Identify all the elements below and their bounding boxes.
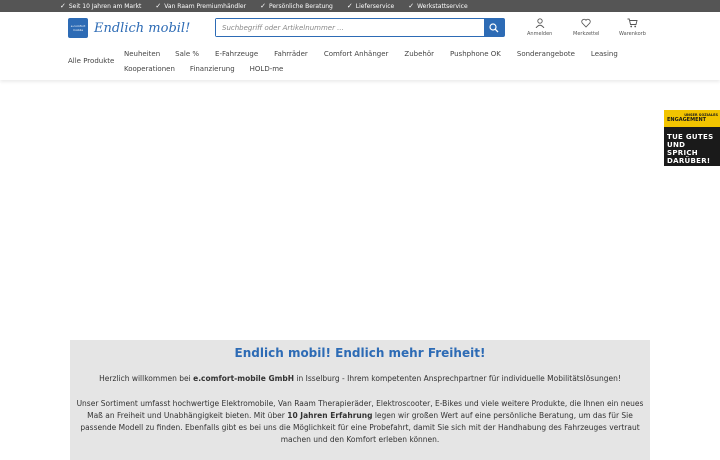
social-engagement-banner[interactable]: UNSER SOZIALES ENGAGEMENT TUE GUTES UND …: [664, 110, 720, 166]
nav-item[interactable]: Sonderangebote: [517, 50, 575, 58]
nav-item[interactable]: Pushphone OK: [450, 50, 501, 58]
login-label: Anmelden: [527, 31, 553, 37]
usp-item: ✓ Persönliche Beratung: [260, 2, 333, 10]
welcome-heading: Endlich mobil! Endlich mehr Freiheit!: [234, 346, 486, 360]
nav-item[interactable]: Leasing: [591, 50, 618, 58]
welcome-section: Endlich mobil! Endlich mehr Freiheit! He…: [70, 340, 650, 460]
cart-button[interactable]: Warenkorb: [619, 18, 646, 37]
nav-item[interactable]: Comfort Anhänger: [324, 50, 389, 58]
check-icon: ✓: [408, 2, 415, 10]
heart-icon: [581, 18, 591, 28]
logo-tagline: Endlich mobil!: [94, 20, 191, 36]
usp-item: ✓ Lieferservice: [347, 2, 394, 10]
main-nav-row2: Kooperationen Finanzierung HOLD-me: [124, 65, 283, 73]
nav-item[interactable]: Kooperationen: [124, 65, 175, 73]
nav-item[interactable]: Sale %: [175, 50, 199, 58]
search-icon: [489, 22, 499, 32]
promo-line: TUE GUTES: [667, 133, 714, 141]
company-name: e.comfort-mobile GmbH: [193, 374, 295, 383]
check-icon: ✓: [260, 2, 266, 10]
check-icon: ✓: [346, 2, 353, 10]
usp-label: Van Raam Premiumhändler: [164, 2, 247, 10]
nav-item[interactable]: Neuheiten: [124, 50, 160, 58]
search-input[interactable]: [216, 19, 484, 36]
intro-text: in Isselburg - Ihrem kompetenten Ansprec…: [294, 374, 621, 383]
usp-item: ✓ Van Raam Premiumhändler: [155, 2, 246, 10]
logo-badge: e.comfort mobile: [68, 18, 88, 38]
user-icon: [535, 18, 545, 28]
usp-label: Persönliche Beratung: [268, 2, 333, 10]
usp-label: Seit 10 Jahren am Markt: [68, 2, 142, 10]
nav-item[interactable]: Finanzierung: [190, 65, 235, 73]
promo-slogan: TUE GUTES UND SPRICH DARÜBER!: [664, 127, 720, 165]
search-button[interactable]: [484, 19, 504, 36]
check-icon: ✓: [60, 2, 66, 10]
nav-all-products[interactable]: Alle Produkte: [68, 57, 114, 65]
promo-header: UNSER SOZIALES ENGAGEMENT: [664, 110, 720, 127]
nav-item[interactable]: HOLD-me: [250, 65, 284, 73]
intro-text: Herzlich willkommen bei: [99, 374, 194, 383]
site-header: e.comfort mobile Endlich mobil! Anmelden…: [0, 12, 720, 80]
usp-bar: ✓ Seit 10 Jahren am Markt ✓ Van Raam Premi…: [0, 0, 720, 12]
promo-title: ENGAGEMENT: [667, 117, 707, 123]
search-bar: [215, 18, 505, 37]
site-logo[interactable]: e.comfort mobile Endlich mobil!: [68, 18, 190, 38]
login-button[interactable]: Anmelden: [527, 18, 552, 37]
check-icon: ✓: [155, 2, 162, 10]
promo-line: UND SPRICH: [667, 141, 698, 157]
welcome-intro: Herzlich willkommen bei e.comfort-mobile…: [70, 374, 650, 383]
promo-line: DARÜBER!: [667, 157, 711, 165]
cart-label: Warenkorb: [619, 31, 646, 37]
main-nav-row1: Neuheiten Sale % E-Fahrzeuge Fahrräder C…: [124, 50, 618, 58]
nav-item[interactable]: Fahrräder: [274, 50, 308, 58]
experience-highlight: 10 Jahren Erfahrung: [287, 411, 373, 420]
usp-label: Werkstattservice: [417, 2, 468, 10]
usp-label: Lieferservice: [355, 2, 395, 10]
cart-icon: [627, 18, 638, 28]
nav-item[interactable]: Zubehör: [404, 50, 434, 58]
usp-item: ✓ Seit 10 Jahren am Markt: [60, 2, 141, 10]
usp-item: ✓ Werkstattservice: [408, 2, 467, 10]
welcome-description: Unser Sortiment umfasst hochwertige Elek…: [76, 398, 644, 446]
nav-item[interactable]: E-Fahrzeuge: [215, 50, 258, 58]
logo-badge-line2: mobile: [72, 28, 84, 32]
wishlist-label: Merkzettel: [573, 31, 600, 37]
wishlist-button[interactable]: Merkzettel: [573, 18, 599, 37]
